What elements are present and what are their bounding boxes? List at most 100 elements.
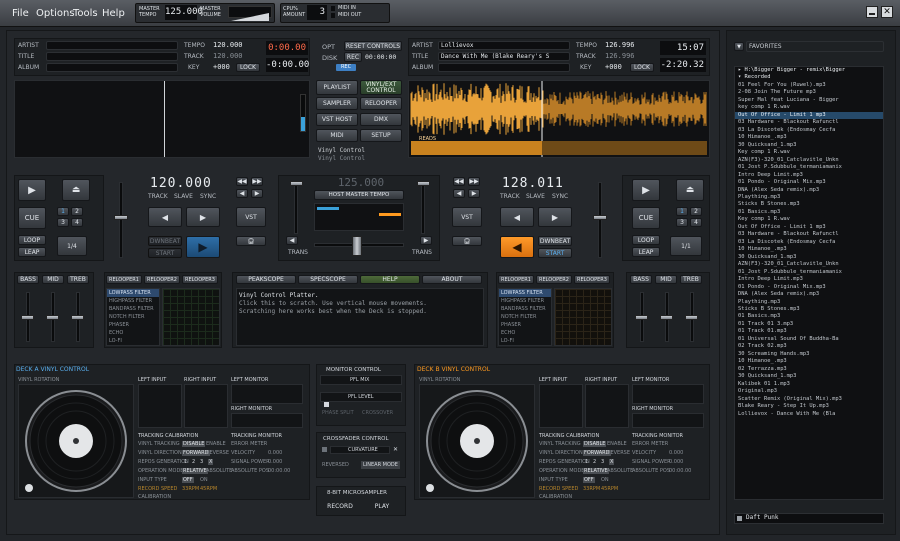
deck-b-track-btn[interactable]: TRACK: [500, 193, 520, 200]
menu-options[interactable]: Options: [36, 0, 75, 26]
absolute-option[interactable]: ABSOLUTE: [607, 468, 633, 474]
dmx-button[interactable]: DMX: [360, 113, 402, 126]
disable-option[interactable]: DISABLE: [182, 441, 206, 447]
deck-a-mid-fader[interactable]: [46, 315, 59, 320]
file-item[interactable]: 10 Himanoe_.mp3: [735, 134, 883, 141]
deck-b-skip-fwd-1[interactable]: ▶▶: [468, 177, 480, 186]
deck-a-leap-button[interactable]: LEAP: [18, 247, 46, 257]
deck-a-relooper1[interactable]: RELOOPER1: [106, 275, 142, 284]
file-item[interactable]: 01 Basics.mp3: [735, 209, 883, 216]
favorites-dropdown-button[interactable]: ▼: [734, 42, 744, 51]
deck-b-leap-button[interactable]: LEAP: [632, 247, 660, 257]
deck-b-slave-btn[interactable]: SLAVE: [526, 193, 545, 200]
33rpm-option[interactable]: 33RPM: [583, 486, 600, 492]
deck-b-loop-button[interactable]: LOOP: [632, 235, 660, 245]
specscope-tab[interactable]: SPECSCOPE: [298, 275, 358, 284]
minimize-button[interactable]: [866, 6, 878, 18]
deck-b-skip-back-2[interactable]: ◀: [453, 189, 465, 198]
file-item[interactable]: Blake Reary - Step It Up.mp3: [735, 403, 883, 410]
file-item[interactable]: 01_Jost P.Sdubbule_termaniamanix: [735, 164, 883, 171]
trans-b-right[interactable]: ▶: [420, 236, 432, 245]
repos-3[interactable]: 3: [200, 459, 203, 465]
menu-help[interactable]: Help: [102, 0, 125, 26]
deck-a-treb-label[interactable]: TREB: [67, 275, 89, 284]
file-item[interactable]: 03 La Discotek (Endosmay Cecfa: [735, 127, 883, 134]
deck-b-vst-button[interactable]: VST: [452, 207, 482, 227]
menu-tools[interactable]: Tools: [73, 0, 98, 26]
deck-a-treb-fader[interactable]: [71, 315, 84, 320]
fx-item[interactable]: BANDPASS FILTER: [499, 305, 551, 313]
deck-a-lock-button[interactable]: LOCK: [236, 63, 260, 72]
enable-option[interactable]: ENABLE: [206, 441, 226, 447]
reversed-option[interactable]: REVERSED: [322, 462, 349, 468]
fx-item[interactable]: NOTCH FILTER: [107, 313, 159, 321]
deck-b-loop-size[interactable]: 1/1: [670, 236, 702, 256]
deck-a-xy-pad[interactable]: [162, 288, 220, 346]
deck-b-nudge-forward[interactable]: ▶: [538, 207, 572, 227]
repos-2[interactable]: 2: [593, 459, 596, 465]
deck-b-relooper1[interactable]: RELOOPER1: [498, 275, 534, 284]
file-item[interactable]: Lollievox - Dance With Me (Bla: [735, 411, 883, 418]
fx-item[interactable]: HIGHPASS FILTER: [499, 297, 551, 305]
deck-b-cue-3[interactable]: 3: [676, 218, 688, 227]
deck-b-dwnbeat-button[interactable]: DWNBEAT: [538, 236, 572, 246]
file-item[interactable]: Plaything.mp3: [735, 299, 883, 306]
relooper-button[interactable]: RELOOPER: [360, 97, 402, 110]
deck-a-headphone-button[interactable]: 🎧︎: [236, 236, 266, 246]
deck-b-skip-fwd-2[interactable]: ▶: [468, 189, 480, 198]
deck-b-bass-fader[interactable]: [635, 315, 648, 320]
input-off-option[interactable]: OFF: [182, 477, 194, 483]
menu-file[interactable]: File: [12, 0, 29, 26]
absolute-option[interactable]: ABSOLUTE: [206, 468, 232, 474]
file-item[interactable]: Original.mp3: [735, 388, 883, 395]
fx-item[interactable]: ECHO: [499, 329, 551, 337]
deck-a-cue-button[interactable]: CUE: [18, 207, 46, 229]
deck-a-cue-2[interactable]: 2: [71, 207, 83, 216]
vinyl-ext-control-button[interactable]: VINYL/EXT CONTROL: [360, 80, 402, 95]
file-item[interactable]: 03 La Discotek (Endosmay Cecfa: [735, 239, 883, 246]
file-item[interactable]: Sticks B Stones.mp3: [735, 306, 883, 313]
file-item[interactable]: 10 Himanoe_.mp3: [735, 246, 883, 253]
crossfader-handle[interactable]: [352, 236, 362, 256]
deck-a-cue-3[interactable]: 3: [57, 218, 69, 227]
repos-1[interactable]: 1: [585, 459, 588, 465]
file-item[interactable]: Out Of Office - Limit 1 mp3: [735, 224, 883, 231]
sampler-record-button[interactable]: RECORD: [320, 500, 360, 512]
file-item[interactable]: AZN(F3)-320_01_Catclavitle_Unkn: [735, 157, 883, 164]
deck-a-platter[interactable]: [18, 384, 134, 498]
deck-a-nudge-forward[interactable]: ▶: [186, 207, 220, 227]
deck-b-mid-fader[interactable]: [660, 315, 673, 320]
file-item[interactable]: 03 Hardware - Blackout Rafunctl: [735, 119, 883, 126]
deck-a-skip-back-2[interactable]: ◀: [236, 189, 248, 198]
deck-b-direction-button[interactable]: ◀: [500, 236, 534, 258]
fx-item[interactable]: LO-FI: [107, 337, 159, 345]
deck-b-play-button[interactable]: ▶: [632, 179, 660, 201]
deck-a-track-btn[interactable]: TRACK: [148, 193, 168, 200]
deck-a-mid-label[interactable]: MID: [42, 275, 64, 284]
deck-b-cue-button[interactable]: CUE: [632, 207, 660, 229]
repos-x[interactable]: X: [609, 459, 615, 465]
deck-b-relooper3[interactable]: RELOOPER3: [574, 275, 610, 284]
fx-item[interactable]: BANDPASS FILTER: [107, 305, 159, 313]
reverse-option[interactable]: REVERSE: [607, 450, 630, 456]
host-master-tempo-button[interactable]: HOST MASTER TEMPO: [314, 190, 404, 200]
disable-option[interactable]: DISABLE: [583, 441, 607, 447]
deck-b-pitch-fader[interactable]: [593, 215, 607, 220]
deck-b-xy-pad[interactable]: [554, 288, 612, 346]
deck-b-waveform[interactable]: [408, 80, 710, 158]
deck-a-cue-1[interactable]: 1: [57, 207, 69, 216]
file-item[interactable]: Key comp 1 R.wav: [735, 149, 883, 156]
file-item[interactable]: 2-08 Join The Future mp3: [735, 89, 883, 96]
sampler-play-button[interactable]: PLAY: [362, 500, 402, 512]
deck-a-sync-btn[interactable]: SYNC: [200, 193, 216, 200]
deck-a-loop-size[interactable]: 1/4: [57, 236, 87, 256]
deck-a-start-button[interactable]: START: [148, 248, 182, 258]
deck-a-vst-button[interactable]: VST: [236, 207, 266, 227]
fx-item[interactable]: LOWPASS FILTER: [499, 289, 551, 297]
deck-b-cue-4[interactable]: 4: [690, 218, 702, 227]
deck-b-nudge-back[interactable]: ◀: [500, 207, 534, 227]
setup-button[interactable]: SETUP: [360, 129, 402, 142]
file-item[interactable]: Super Mal feat Luciana - Bigger: [735, 97, 883, 104]
close-button[interactable]: ✕: [881, 6, 893, 18]
input-off-option[interactable]: OFF: [583, 477, 595, 483]
